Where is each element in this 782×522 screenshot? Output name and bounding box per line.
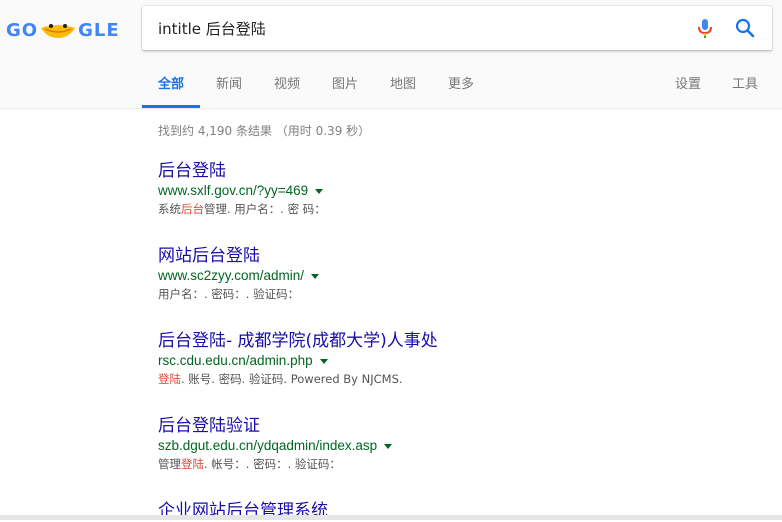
snippet-text: . 帐号：. 密码：. 验证码： [204, 457, 341, 471]
result-url: www.sc2zyy.com/admin/ [158, 267, 758, 285]
caret-down-icon[interactable] [315, 188, 324, 194]
result-url: www.sxlf.gov.cn/?yy=469 [158, 182, 758, 200]
search-result: 后台登陆- 成都学院(成都大学)人事处 rsc.cdu.edu.cn/admin… [158, 330, 758, 388]
caret-down-icon[interactable] [311, 273, 320, 279]
result-url-text: rsc.cdu.edu.cn/admin.php [158, 353, 313, 368]
logo-letters-right: GLE [78, 19, 120, 41]
snippet-highlight: 登陆 [181, 457, 204, 471]
search-box [142, 6, 772, 50]
result-title-link[interactable]: 网站后台登陆 [158, 245, 758, 267]
result-title-link[interactable]: 后台登陆- 成都学院(成都大学)人事处 [158, 330, 758, 352]
tab-settings[interactable]: 设置 [675, 70, 701, 108]
tab-all[interactable]: 全部 [141, 70, 201, 108]
doodle-icon [39, 20, 77, 40]
search-result: 网站后台登陆 www.sc2zyy.com/admin/ 用户名：. 密码：. … [158, 245, 758, 303]
header-bar: GO GLE 全部 [0, 0, 782, 109]
snippet-text: . 账号. 密码. 验证码. Powered By NJCMS. [181, 372, 403, 386]
snippet-text: 管理. 用户名：. 密 码： [204, 202, 326, 216]
result-url-text: www.sc2zyy.com/admin/ [158, 268, 305, 283]
search-input[interactable] [158, 6, 678, 50]
tab-news[interactable]: 新闻 [216, 70, 242, 108]
microphone-icon[interactable] [692, 16, 718, 40]
result-snippet: 登陆. 账号. 密码. 验证码. Powered By NJCMS. [158, 370, 758, 388]
result-snippet: 用户名：. 密码：. 验证码： [158, 285, 758, 303]
search-result: 后台登陆验证 szb.dgut.edu.cn/ydqadmin/index.as… [158, 415, 758, 473]
result-snippet: 管理登陆. 帐号：. 密码：. 验证码： [158, 455, 758, 473]
search-result: 后台登陆 www.sxlf.gov.cn/?yy=469 系统后台管理. 用户名… [158, 160, 758, 218]
result-stats: 找到约 4,190 条结果 （用时 0.39 秒） [158, 124, 371, 138]
search-tabs: 全部 新闻 视频 图片 地图 更多 设置 工具 [0, 70, 782, 108]
tab-tools[interactable]: 工具 [732, 70, 758, 108]
snippet-highlight: 后台 [181, 202, 204, 216]
tab-images[interactable]: 图片 [332, 70, 358, 108]
tab-videos[interactable]: 视频 [274, 70, 300, 108]
horizontal-scrollbar[interactable] [0, 515, 782, 520]
result-url: rsc.cdu.edu.cn/admin.php [158, 352, 758, 370]
result-url: szb.dgut.edu.cn/ydqadmin/index.asp [158, 437, 758, 455]
caret-down-icon[interactable] [319, 358, 328, 364]
result-url-text: www.sxlf.gov.cn/?yy=469 [158, 183, 309, 198]
snippet-text: 管理 [158, 457, 181, 471]
snippet-text: 系统 [158, 202, 181, 216]
tab-maps[interactable]: 地图 [390, 70, 416, 108]
tab-more[interactable]: 更多 [448, 70, 474, 108]
result-snippet: 系统后台管理. 用户名：. 密 码： [158, 200, 758, 218]
snippet-text: 用户名：. 密码：. 验证码： [158, 287, 300, 301]
result-url-text: szb.dgut.edu.cn/ydqadmin/index.asp [158, 438, 378, 453]
snippet-highlight: 登陆 [158, 372, 181, 386]
search-icon[interactable] [732, 15, 758, 41]
google-doodle-logo[interactable]: GO GLE [6, 18, 120, 42]
logo-letters-left: GO [6, 19, 39, 41]
result-title-link[interactable]: 后台登陆验证 [158, 415, 758, 437]
caret-down-icon[interactable] [384, 443, 393, 449]
result-title-link[interactable]: 后台登陆 [158, 160, 758, 182]
